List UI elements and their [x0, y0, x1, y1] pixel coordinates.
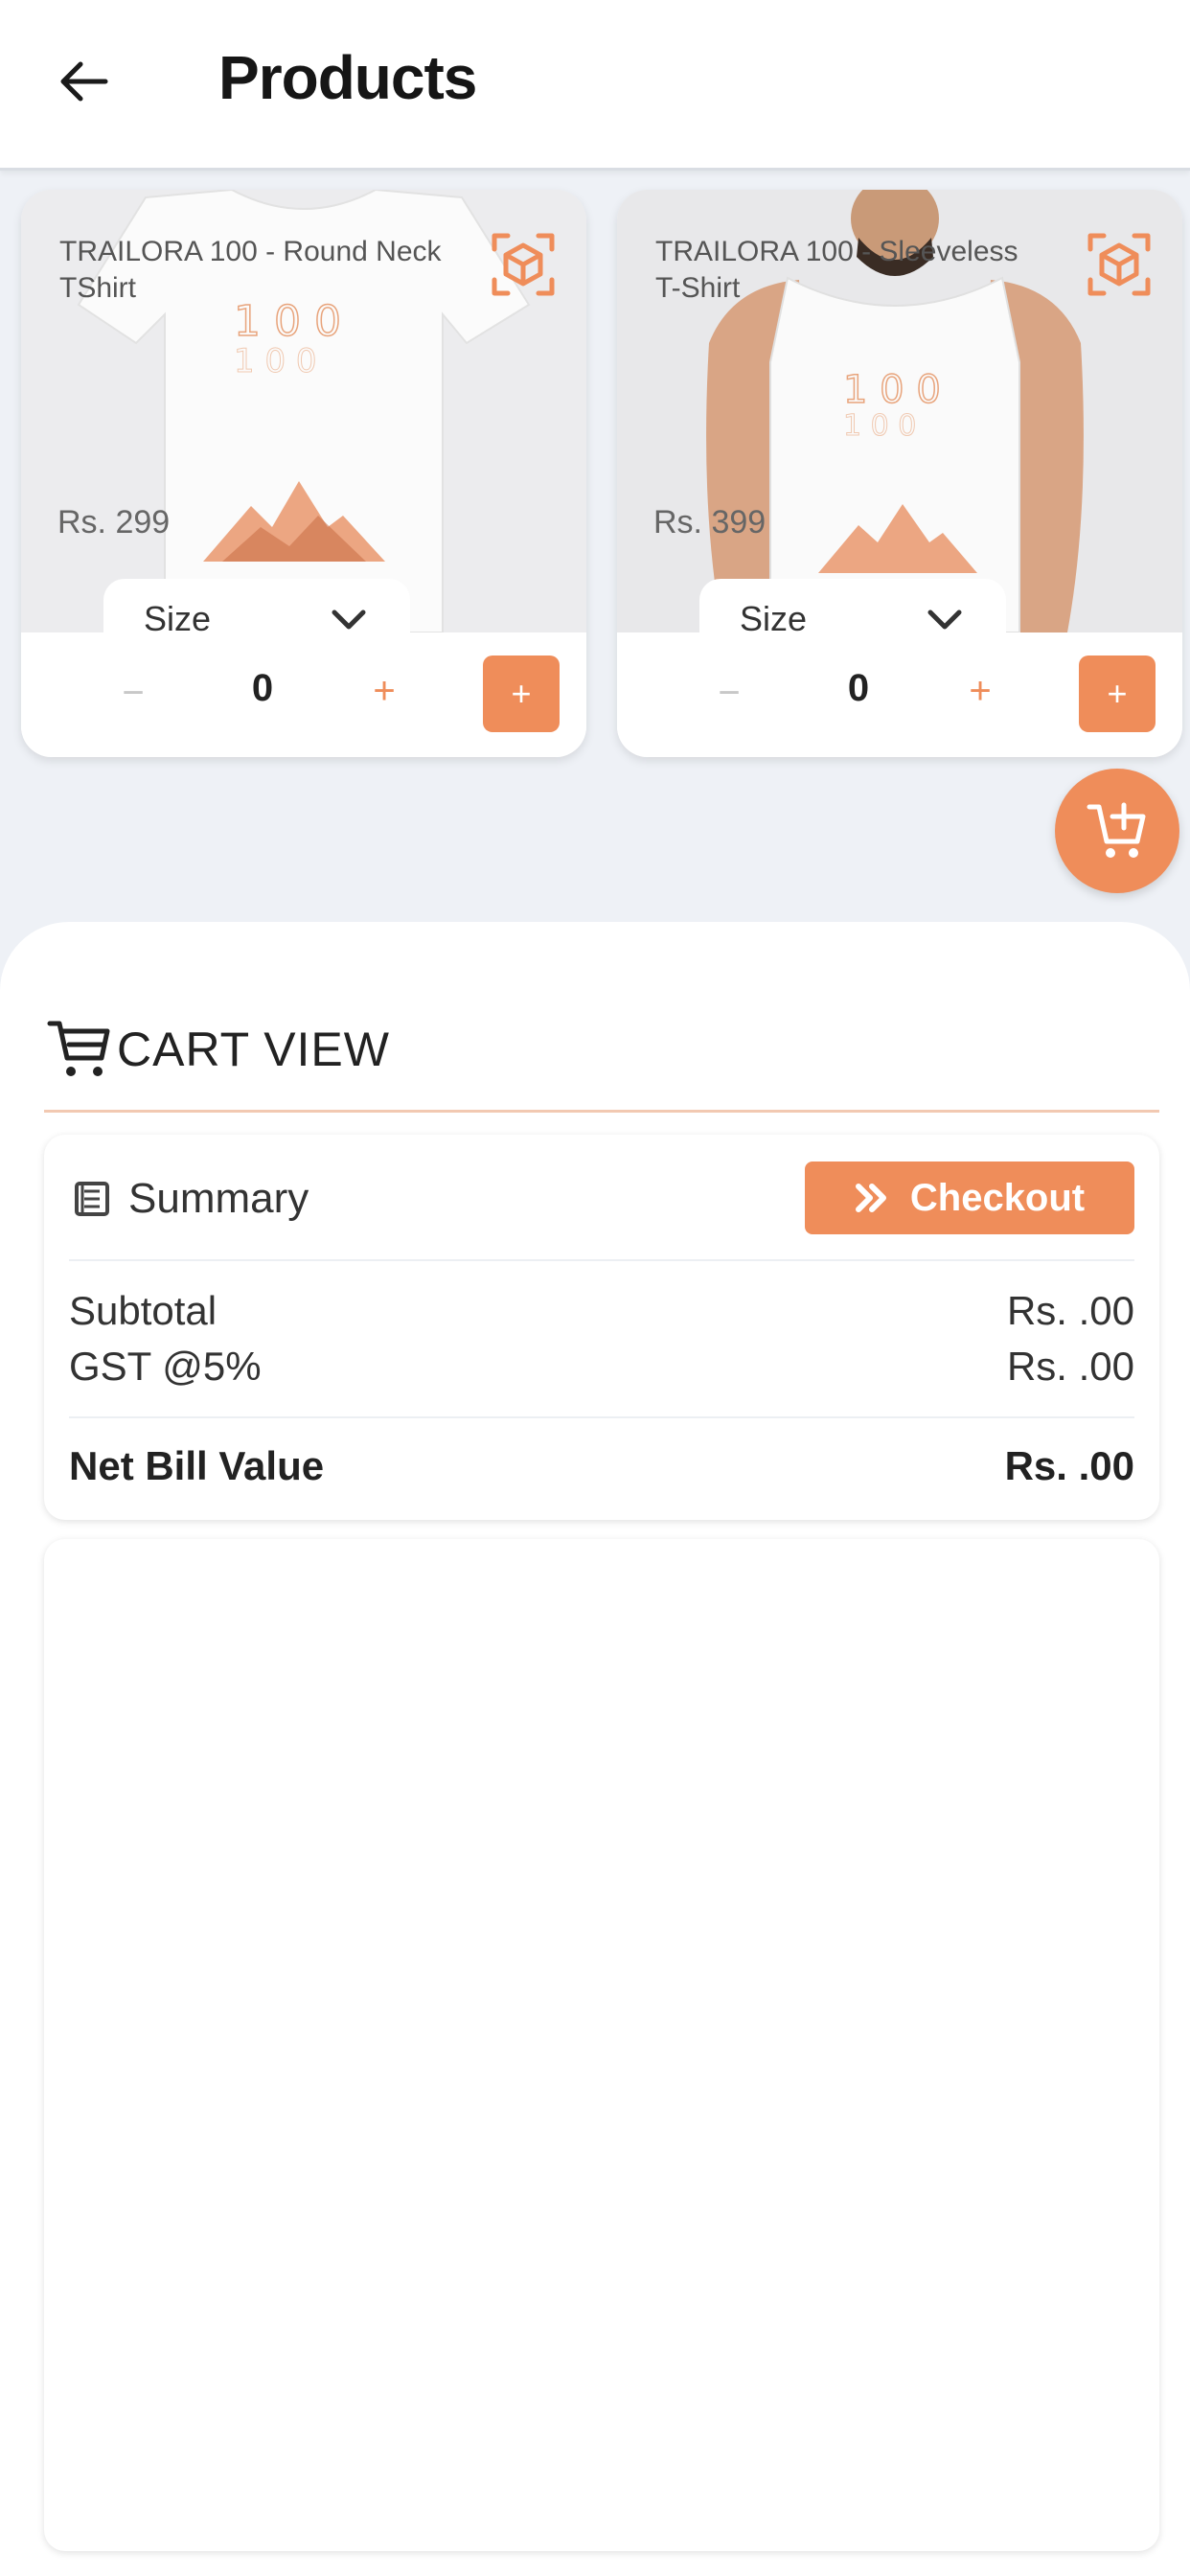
cube-scan-icon[interactable]	[1085, 230, 1154, 299]
gst-label: GST @5%	[69, 1344, 262, 1389]
subtotal-row: Subtotal Rs. .00	[69, 1288, 1134, 1334]
divider	[44, 1110, 1159, 1113]
product-price: Rs. 299	[57, 504, 171, 540]
product-price: Rs. 399	[653, 504, 767, 540]
cart-title: CART VIEW	[117, 1023, 390, 1076]
cart-header: CART VIEW	[46, 1016, 390, 1083]
gst-value: Rs. .00	[1006, 1344, 1134, 1389]
product-name: TRAILORA 100 - Round Neck TShirt	[59, 236, 442, 304]
chevron-down-icon	[332, 610, 366, 630]
svg-text:1 0 0: 1 0 0	[234, 342, 317, 380]
increment-button[interactable]: +	[360, 667, 408, 715]
subtotal-value: Rs. .00	[1006, 1288, 1134, 1333]
svg-text:1 0 0: 1 0 0	[843, 368, 941, 412]
cart-items-panel	[44, 1539, 1159, 2551]
gst-row: GST @5% Rs. .00	[69, 1344, 1134, 1390]
divider	[69, 1259, 1134, 1261]
app-bar: Products	[0, 0, 1190, 171]
quantity-value: 0	[847, 667, 870, 709]
summary-card: Summary Checkout Subtotal Rs. .00 GST @5…	[44, 1135, 1159, 1520]
cart-fab-button[interactable]	[1055, 769, 1179, 893]
quantity-value: 0	[251, 667, 274, 709]
divider	[69, 1416, 1134, 1418]
checkout-button[interactable]: Checkout	[805, 1162, 1134, 1234]
cart-add-icon	[1087, 802, 1146, 858]
size-label: Size	[144, 599, 212, 632]
cart-icon	[47, 1021, 110, 1076]
double-chevron-right-icon	[855, 1184, 886, 1212]
add-to-cart-button[interactable]: +	[483, 656, 560, 732]
checkout-label: Checkout	[909, 1176, 1086, 1219]
decrement-button[interactable]: −	[705, 669, 753, 717]
increment-button[interactable]: +	[956, 667, 1004, 715]
product-name: TRAILORA 100 - Sleeveless T-Shirt	[655, 236, 1018, 304]
product-image[interactable]: 1 0 0 1 0 0 TRAILORA 100 - Sleeveless T-…	[617, 190, 1182, 632]
size-dropdown[interactable]: Size	[103, 579, 410, 632]
svg-text:1 0 0: 1 0 0	[843, 409, 916, 443]
net-bill-row: Net Bill Value Rs. .00	[69, 1443, 1134, 1489]
decrement-button[interactable]: −	[109, 669, 157, 717]
size-label: Size	[740, 599, 808, 632]
arrow-left-icon	[60, 61, 108, 102]
summary-header: Summary	[73, 1175, 309, 1223]
size-dropdown[interactable]: Size	[699, 579, 1006, 632]
product-image[interactable]: 1 0 0 1 0 0 TRAILORA 100 - Round Neck TS…	[21, 190, 586, 632]
cube-scan-icon[interactable]	[489, 230, 558, 299]
product-card[interactable]: 1 0 0 1 0 0 TRAILORA 100 - Round Neck TS…	[21, 190, 586, 757]
quantity-stepper: − 0 + +	[21, 632, 586, 757]
product-card[interactable]: 1 0 0 1 0 0 TRAILORA 100 - Sleeveless T-…	[617, 190, 1182, 757]
add-to-cart-button[interactable]: +	[1079, 656, 1156, 732]
net-bill-value: Rs. .00	[1004, 1443, 1134, 1488]
summary-label: Summary	[128, 1175, 309, 1222]
subtotal-label: Subtotal	[69, 1288, 217, 1333]
chevron-down-icon	[927, 610, 962, 630]
back-button[interactable]	[44, 38, 121, 125]
net-bill-label: Net Bill Value	[69, 1443, 325, 1488]
quantity-stepper: − 0 + +	[617, 632, 1182, 757]
receipt-icon	[75, 1182, 109, 1216]
page-title: Products	[218, 43, 477, 112]
